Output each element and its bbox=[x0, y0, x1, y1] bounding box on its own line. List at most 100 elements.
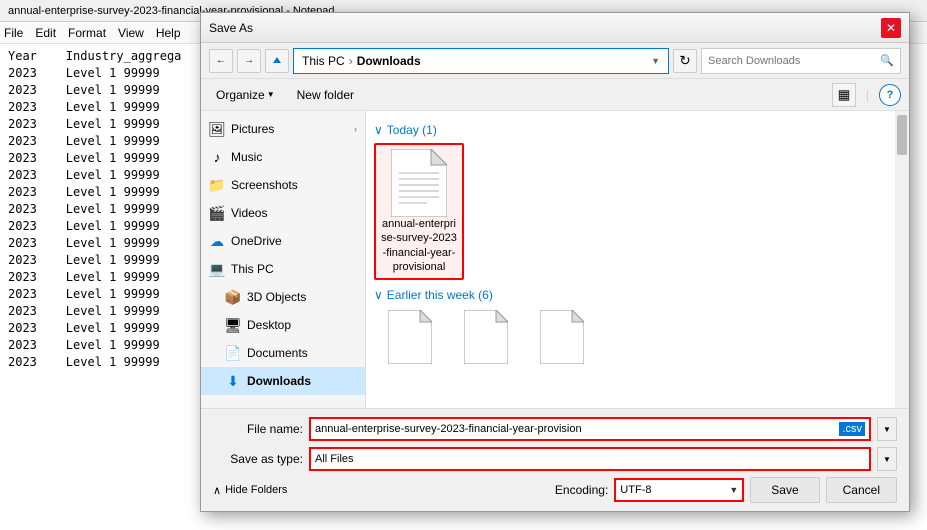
new-folder-button[interactable]: New folder bbox=[290, 83, 361, 107]
dialog-close-button[interactable]: ✕ bbox=[881, 18, 901, 38]
earlier-chevron-icon: ∨ bbox=[374, 288, 383, 302]
thispc-icon: 💻 bbox=[209, 261, 225, 277]
music-icon: ♪ bbox=[209, 149, 225, 165]
desktop-icon: 🖥 bbox=[225, 317, 241, 333]
documents-icon: 📄 bbox=[225, 345, 241, 361]
address-bar[interactable]: This PC › Downloads ▼ bbox=[293, 48, 669, 74]
dialog-bottom: File name: annual-enterprise-survey-2023… bbox=[201, 408, 909, 511]
organize-button[interactable]: Organize ▼ bbox=[209, 83, 282, 107]
file-item-earlier-3[interactable] bbox=[526, 308, 598, 366]
dialog-files-pane: ∨ Today (1) bbox=[366, 111, 909, 408]
hide-folders-label: Hide Folders bbox=[225, 484, 287, 496]
help-button[interactable]: ? bbox=[879, 84, 901, 106]
filename-extension: .csv bbox=[839, 422, 865, 436]
nav-item-downloads[interactable]: ⬇ Downloads bbox=[201, 367, 365, 395]
address-dropdown-icon[interactable]: ▼ bbox=[651, 56, 660, 66]
search-icon: 🔍 bbox=[880, 54, 894, 67]
nav-forward-button[interactable]: → bbox=[237, 49, 261, 73]
earlier-group-header: ∨ Earlier this week (6) bbox=[374, 288, 893, 302]
menu-view[interactable]: View bbox=[118, 26, 144, 40]
today-chevron-icon: ∨ bbox=[374, 123, 383, 137]
dialog-nav-pane: 🖼 Pictures › ♪ Music 📁 Screenshots 🎬 Vid… bbox=[201, 111, 366, 408]
dialog-main: 🖼 Pictures › ♪ Music 📁 Screenshots 🎬 Vid… bbox=[201, 111, 909, 408]
menu-file[interactable]: File bbox=[4, 26, 23, 40]
organize-arrow-icon: ▼ bbox=[267, 90, 275, 99]
filename-input-wrapper[interactable]: annual-enterprise-survey-2023-financial-… bbox=[309, 417, 871, 441]
nav-up-button[interactable] bbox=[265, 49, 289, 73]
encoding-section: Encoding: UTF-8 ▼ Save Cancel bbox=[555, 477, 897, 503]
nav-label-onedrive: OneDrive bbox=[231, 234, 282, 248]
downloads-icon: ⬇ bbox=[225, 373, 241, 389]
savetype-row: Save as type: All Files ▼ bbox=[213, 447, 897, 471]
today-group-header: ∨ Today (1) bbox=[374, 123, 893, 137]
file-item-earlier-2[interactable] bbox=[450, 308, 522, 366]
savetype-select[interactable]: All Files bbox=[309, 447, 871, 471]
nav-label-3dobjects: 3D Objects bbox=[247, 290, 306, 304]
menu-edit[interactable]: Edit bbox=[35, 26, 56, 40]
nav-item-music[interactable]: ♪ Music bbox=[201, 143, 365, 171]
screenshots-icon: 📁 bbox=[209, 177, 225, 193]
address-this-pc: This PC bbox=[302, 54, 345, 68]
nav-label-screenshots: Screenshots bbox=[231, 178, 298, 192]
dialog-titlebar: Save As ✕ bbox=[201, 13, 909, 43]
nav-label-pictures: Pictures bbox=[231, 122, 274, 136]
file-item-today[interactable]: annual-enterprise-survey-2023-financial-… bbox=[374, 143, 464, 280]
nav-label-downloads: Downloads bbox=[247, 374, 311, 388]
view-toggle-button[interactable]: ▦ bbox=[832, 83, 856, 107]
nav-label-music: Music bbox=[231, 150, 262, 164]
nav-item-3dobjects[interactable]: 📦 3D Objects bbox=[201, 283, 365, 311]
dialog-toolbar: Organize ▼ New folder ▦ | ? bbox=[201, 79, 909, 111]
nav-item-documents[interactable]: 📄 Documents bbox=[201, 339, 365, 367]
earlier-label: Earlier this week (6) bbox=[387, 288, 493, 302]
nav-label-documents: Documents bbox=[247, 346, 308, 360]
nav-item-videos[interactable]: 🎬 Videos bbox=[201, 199, 365, 227]
files-scrollbar[interactable] bbox=[895, 111, 909, 408]
nav-back-button[interactable]: ← bbox=[209, 49, 233, 73]
save-button[interactable]: Save bbox=[750, 477, 819, 503]
file-icon-earlier-3 bbox=[540, 310, 584, 364]
encoding-select[interactable]: UTF-8 ▼ bbox=[614, 478, 744, 502]
today-label: Today (1) bbox=[387, 123, 437, 137]
nav-label-desktop: Desktop bbox=[247, 318, 291, 332]
organize-label: Organize bbox=[216, 88, 265, 102]
nav-item-pictures[interactable]: 🖼 Pictures › bbox=[201, 115, 365, 143]
nav-item-onedrive[interactable]: ☁ OneDrive bbox=[201, 227, 365, 255]
filename-row: File name: annual-enterprise-survey-2023… bbox=[213, 417, 897, 441]
file-icon-earlier-2 bbox=[464, 310, 508, 364]
file-item-earlier-1[interactable] bbox=[374, 308, 446, 366]
filename-dropdown-button[interactable]: ▼ bbox=[877, 417, 897, 441]
nav-label-thispc: This PC bbox=[231, 262, 274, 276]
dialog-title: Save As bbox=[209, 21, 253, 35]
hide-folders-button[interactable]: ∧ Hide Folders bbox=[213, 484, 287, 497]
nav-label-videos: Videos bbox=[231, 206, 267, 220]
nav-item-thispc[interactable]: 💻 This PC bbox=[201, 255, 365, 283]
encoding-label: Encoding: bbox=[555, 483, 608, 497]
expand-icon: › bbox=[354, 124, 357, 134]
search-input[interactable] bbox=[708, 55, 876, 67]
search-bar[interactable]: 🔍 bbox=[701, 48, 901, 74]
nav-item-screenshots[interactable]: 📁 Screenshots bbox=[201, 171, 365, 199]
videos-icon: 🎬 bbox=[209, 205, 225, 221]
file-name-today: annual-enterprise-survey-2023-financial-… bbox=[380, 217, 458, 274]
encoding-row: ∧ Hide Folders Encoding: UTF-8 ▼ Save Ca… bbox=[213, 477, 897, 503]
cancel-button[interactable]: Cancel bbox=[826, 477, 897, 503]
encoding-value: UTF-8 bbox=[620, 484, 651, 496]
onedrive-icon: ☁ bbox=[209, 233, 225, 249]
dialog-addressbar: ← → This PC › Downloads ▼ ↻ 🔍 bbox=[201, 43, 909, 79]
scroll-thumb[interactable] bbox=[897, 115, 907, 155]
menu-help[interactable]: Help bbox=[156, 26, 181, 40]
filename-input-text: annual-enterprise-survey-2023-financial-… bbox=[315, 423, 839, 435]
menu-format[interactable]: Format bbox=[68, 26, 106, 40]
hide-folders-arrow-icon: ∧ bbox=[213, 484, 221, 497]
today-files: annual-enterprise-survey-2023-financial-… bbox=[374, 143, 893, 280]
file-icon-today bbox=[391, 149, 447, 217]
savetype-value: All Files bbox=[315, 453, 865, 465]
refresh-button[interactable]: ↻ bbox=[673, 49, 697, 73]
filename-label: File name: bbox=[213, 422, 303, 436]
nav-item-desktop[interactable]: 🖥 Desktop bbox=[201, 311, 365, 339]
address-downloads: Downloads bbox=[357, 54, 421, 68]
savetype-dropdown-button[interactable]: ▼ bbox=[877, 447, 897, 471]
save-as-dialog: Save As ✕ ← → This PC › Downloads ▼ ↻ 🔍 … bbox=[200, 12, 910, 512]
pictures-icon: 🖼 bbox=[209, 121, 225, 137]
address-arrow: › bbox=[349, 54, 353, 68]
